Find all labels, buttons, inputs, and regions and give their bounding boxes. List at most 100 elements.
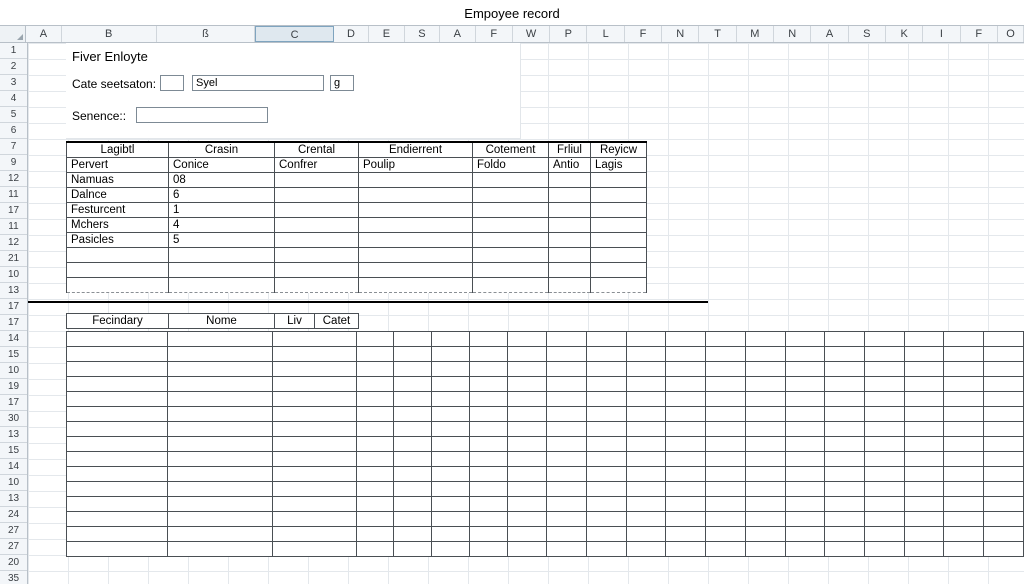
col-header-i[interactable]: I (923, 26, 960, 42)
table-cell[interactable] (864, 497, 904, 512)
table-cell[interactable] (507, 392, 547, 407)
row-header[interactable]: 10 (0, 363, 27, 379)
table-cell[interactable]: Festurcent (67, 202, 169, 217)
table-cell[interactable] (904, 482, 944, 497)
table-cell[interactable] (706, 392, 746, 407)
table-cell[interactable] (507, 437, 547, 452)
table-cell[interactable] (547, 377, 587, 392)
table-cell[interactable] (432, 512, 470, 527)
col-header-f[interactable]: F (961, 26, 998, 42)
table-cell[interactable] (394, 422, 432, 437)
table-cell[interactable] (356, 542, 394, 557)
table-cell[interactable] (394, 377, 432, 392)
table-cell[interactable] (626, 377, 666, 392)
table-cell[interactable] (591, 217, 647, 232)
table-cell[interactable] (168, 407, 273, 422)
table-cell[interactable] (469, 527, 507, 542)
col-header-m[interactable]: M (737, 26, 774, 42)
table-cell[interactable] (359, 172, 473, 187)
table-cell[interactable] (825, 497, 865, 512)
table-cell[interactable]: Poulip (359, 157, 473, 172)
table-cell[interactable] (356, 512, 394, 527)
table-cell[interactable] (785, 527, 825, 542)
table-cell[interactable] (469, 347, 507, 362)
col-header-d[interactable]: D (334, 26, 369, 42)
table-cell[interactable] (507, 467, 547, 482)
table-cell[interactable] (745, 347, 785, 362)
table-cell[interactable] (275, 277, 359, 292)
table-cell[interactable] (944, 482, 984, 497)
table-cell[interactable] (864, 452, 904, 467)
table-cell[interactable] (706, 482, 746, 497)
table-cell[interactable] (984, 392, 1024, 407)
table-cell[interactable] (67, 452, 168, 467)
table-cell[interactable] (864, 542, 904, 557)
table-cell[interactable] (984, 452, 1024, 467)
table-cell[interactable] (626, 527, 666, 542)
table-cell[interactable] (432, 467, 470, 482)
table-cell[interactable] (944, 422, 984, 437)
table-cell[interactable] (169, 247, 275, 262)
table-cell[interactable] (864, 512, 904, 527)
table-cell[interactable] (67, 422, 168, 437)
table-cell[interactable] (825, 407, 865, 422)
row-header[interactable]: 13 (0, 283, 27, 299)
table-cell[interactable] (785, 392, 825, 407)
table-cell[interactable] (275, 187, 359, 202)
row-header[interactable]: 15 (0, 443, 27, 459)
table-cell[interactable] (785, 497, 825, 512)
table-cell[interactable] (587, 497, 627, 512)
table-cell[interactable] (469, 467, 507, 482)
table-cell[interactable] (944, 392, 984, 407)
table-cell[interactable] (469, 542, 507, 557)
table-cell[interactable]: 1 (169, 202, 275, 217)
table-detail-body[interactable] (66, 331, 1024, 557)
table-cell[interactable] (706, 527, 746, 542)
table-cell[interactable] (168, 512, 273, 527)
table-cell[interactable] (745, 497, 785, 512)
table-cell[interactable] (67, 437, 168, 452)
table-cell[interactable] (666, 497, 706, 512)
table-header-cell[interactable]: Crental (275, 142, 359, 157)
row-header[interactable]: 21 (0, 251, 27, 267)
table-cell[interactable] (549, 247, 591, 262)
row-header[interactable]: 13 (0, 427, 27, 443)
table-cell[interactable] (168, 422, 273, 437)
row-header[interactable]: 30 (0, 411, 27, 427)
table-cell[interactable] (666, 467, 706, 482)
table-cell[interactable] (587, 407, 627, 422)
row-header[interactable]: 4 (0, 91, 27, 107)
table-cell[interactable] (666, 482, 706, 497)
table-cell[interactable] (904, 422, 944, 437)
col-header-f[interactable]: F (476, 26, 513, 42)
table-cell[interactable] (984, 482, 1024, 497)
table-cell[interactable] (273, 407, 356, 422)
table-cell[interactable] (394, 347, 432, 362)
table-cell[interactable] (507, 452, 547, 467)
table-cell[interactable] (944, 452, 984, 467)
table-cell[interactable]: Pasicles (67, 232, 169, 247)
table-cell[interactable] (666, 527, 706, 542)
table-cell[interactable] (432, 347, 470, 362)
table-cell[interactable] (984, 407, 1024, 422)
form-field-3[interactable] (330, 75, 354, 91)
table-cell[interactable] (666, 332, 706, 347)
table-cell[interactable] (273, 362, 356, 377)
table-cell[interactable] (549, 187, 591, 202)
table-cell[interactable] (469, 407, 507, 422)
table-cell[interactable] (432, 407, 470, 422)
table-cell[interactable] (864, 332, 904, 347)
table-cell[interactable] (168, 362, 273, 377)
table-cell[interactable] (549, 277, 591, 292)
table-cell[interactable] (394, 482, 432, 497)
table-cell[interactable] (745, 362, 785, 377)
table-cell[interactable] (547, 437, 587, 452)
table-cell[interactable] (591, 202, 647, 217)
table-cell[interactable] (273, 512, 356, 527)
table-cell[interactable] (547, 467, 587, 482)
table-cell[interactable] (626, 407, 666, 422)
table-cell[interactable] (67, 362, 168, 377)
table-cell[interactable] (984, 377, 1024, 392)
table-cell[interactable] (587, 527, 627, 542)
table-cell[interactable]: 5 (169, 232, 275, 247)
